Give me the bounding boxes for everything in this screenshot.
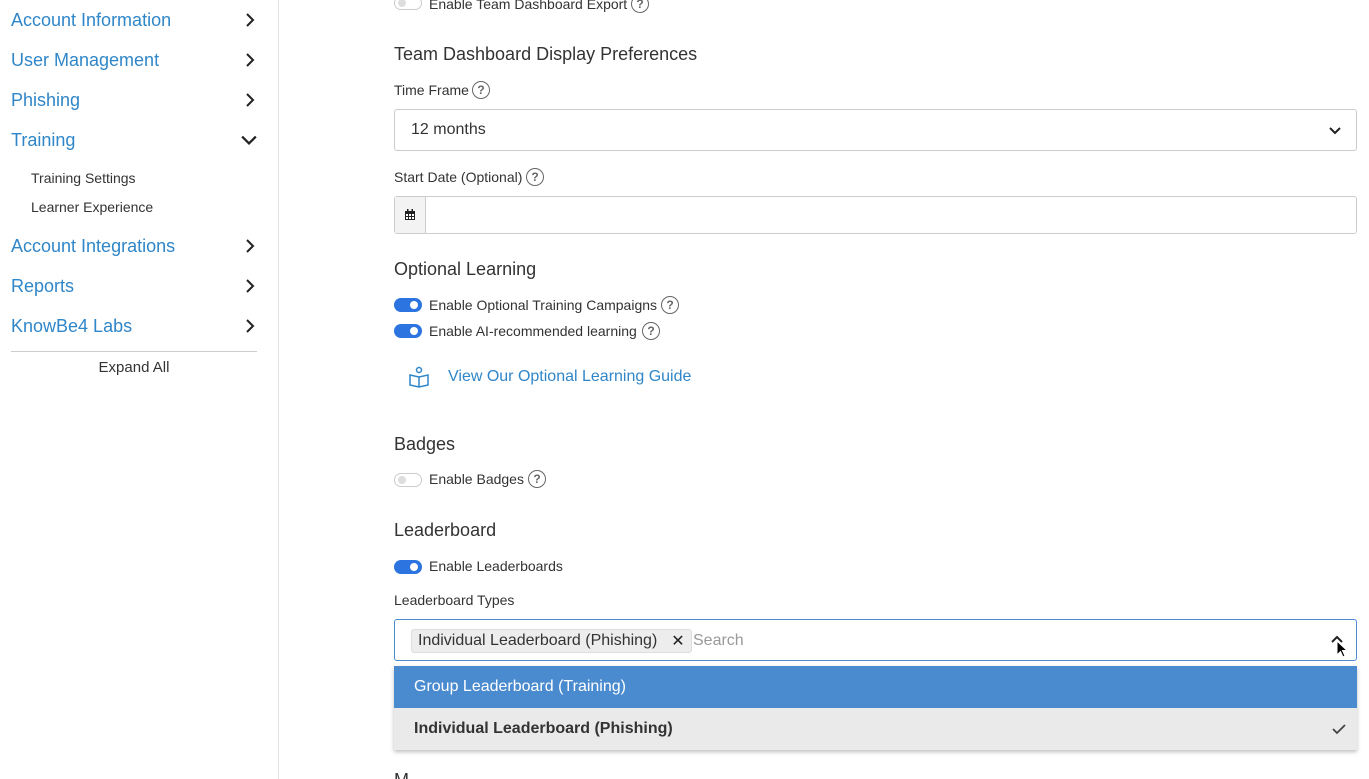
help-icon[interactable]: ? — [472, 81, 490, 99]
time-frame-select[interactable]: 12 months — [394, 109, 1357, 151]
next-section-title: M — [394, 770, 409, 779]
chevron-down-icon — [241, 135, 257, 146]
help-icon[interactable]: ? — [631, 0, 649, 13]
sidebar-item-knowbe4-labs[interactable]: KnowBe4 Labs — [11, 311, 257, 341]
help-icon[interactable]: ? — [526, 168, 544, 186]
sidebar-item-label: Reports — [11, 275, 75, 296]
start-date-label: Start Date (Optional) — [394, 169, 523, 185]
option-label: Individual Leaderboard (Phishing) — [414, 720, 673, 737]
selected-tag: Individual Leaderboard (Phishing) ✕ — [411, 629, 692, 653]
sidebar-item-account-integrations[interactable]: Account Integrations — [11, 231, 257, 261]
sidebar-subitem-training-settings[interactable]: Training Settings — [31, 170, 136, 186]
ai-recommended-learning-label: Enable AI-recommended learning — [429, 323, 637, 339]
leaderboard-search-input[interactable] — [693, 630, 1293, 652]
sidebar-item-training[interactable]: Training — [11, 125, 257, 155]
help-icon[interactable]: ? — [661, 296, 679, 314]
start-date-input[interactable] — [427, 197, 1355, 233]
leaderboard-types-dropdown: Group Leaderboard (Training) Individual … — [394, 666, 1357, 750]
chevron-right-icon — [246, 279, 255, 293]
optional-training-campaigns-label: Enable Optional Training Campaigns — [429, 297, 658, 313]
optional-learning-guide-link[interactable]: View Our Optional Learning Guide — [448, 368, 691, 386]
help-icon[interactable]: ? — [528, 470, 546, 488]
badges-toggle[interactable] — [394, 473, 422, 487]
leaderboard-types-multiselect[interactable]: Individual Leaderboard (Phishing) ✕ — [394, 619, 1357, 661]
time-frame-value: 12 months — [411, 121, 486, 138]
book-icon — [409, 366, 429, 388]
option-group-leaderboard-training[interactable]: Group Leaderboard (Training) — [394, 666, 1357, 708]
chevron-right-icon — [246, 93, 255, 107]
sidebar-item-phishing[interactable]: Phishing — [11, 85, 257, 115]
chevron-right-icon — [246, 13, 255, 27]
checkmark-icon — [1332, 724, 1346, 735]
option-individual-leaderboard-phishing[interactable]: Individual Leaderboard (Phishing) — [394, 708, 1357, 750]
mouse-cursor-icon — [1336, 640, 1348, 658]
remove-tag-icon[interactable]: ✕ — [671, 631, 684, 651]
sidebar-subitem-learner-experience[interactable]: Learner Experience — [31, 199, 153, 215]
sidebar-item-user-management[interactable]: User Management — [11, 45, 257, 75]
chevron-right-icon — [246, 239, 255, 253]
toggle-knob — [410, 327, 418, 335]
toggle-knob — [410, 563, 418, 571]
sidebar-item-label: User Management — [11, 49, 160, 70]
calendar-icon[interactable] — [395, 197, 426, 233]
sidebar-divider — [11, 351, 257, 352]
leaderboards-toggle[interactable] — [394, 560, 422, 574]
chevron-right-icon — [246, 53, 255, 67]
sidebar-item-label: KnowBe4 Labs — [11, 315, 133, 336]
sidebar-item-reports[interactable]: Reports — [11, 271, 257, 301]
display-preferences-title: Team Dashboard Display Preferences — [394, 44, 698, 64]
sidebar-item-account-information[interactable]: Account Information — [11, 5, 257, 35]
time-frame-label: Time Frame — [394, 82, 469, 98]
toggle-knob — [398, 476, 406, 484]
toggle-knob — [398, 0, 406, 7]
help-icon[interactable]: ? — [642, 322, 660, 340]
settings-sidebar: Account Information User Management Phis… — [0, 0, 279, 779]
leaderboard-types-label: Leaderboard Types — [394, 592, 515, 608]
option-label: Group Leaderboard (Training) — [414, 678, 626, 695]
sidebar-item-label: Account Integrations — [11, 235, 176, 256]
start-date-field — [394, 196, 1357, 234]
badges-label: Enable Badges — [429, 471, 524, 487]
toggle-knob — [410, 301, 418, 309]
leaderboards-label: Enable Leaderboards — [429, 558, 563, 574]
optional-training-campaigns-toggle[interactable] — [394, 298, 422, 312]
sidebar-item-label: Phishing — [11, 89, 81, 110]
team-dashboard-export-label: Enable Team Dashboard Export — [429, 0, 628, 12]
ai-recommended-learning-toggle[interactable] — [394, 324, 422, 338]
expand-all-button[interactable]: Expand All — [11, 359, 257, 376]
leaderboard-title: Leaderboard — [394, 520, 497, 540]
optional-learning-title: Optional Learning — [394, 259, 537, 279]
selected-tag-label: Individual Leaderboard (Phishing) — [418, 632, 658, 649]
sidebar-item-label: Account Information — [11, 9, 172, 30]
chevron-right-icon — [246, 319, 255, 333]
badges-title: Badges — [394, 434, 456, 454]
team-dashboard-export-toggle[interactable] — [394, 0, 422, 10]
chevron-down-icon — [1329, 127, 1341, 135]
sidebar-item-label: Training — [11, 129, 76, 150]
